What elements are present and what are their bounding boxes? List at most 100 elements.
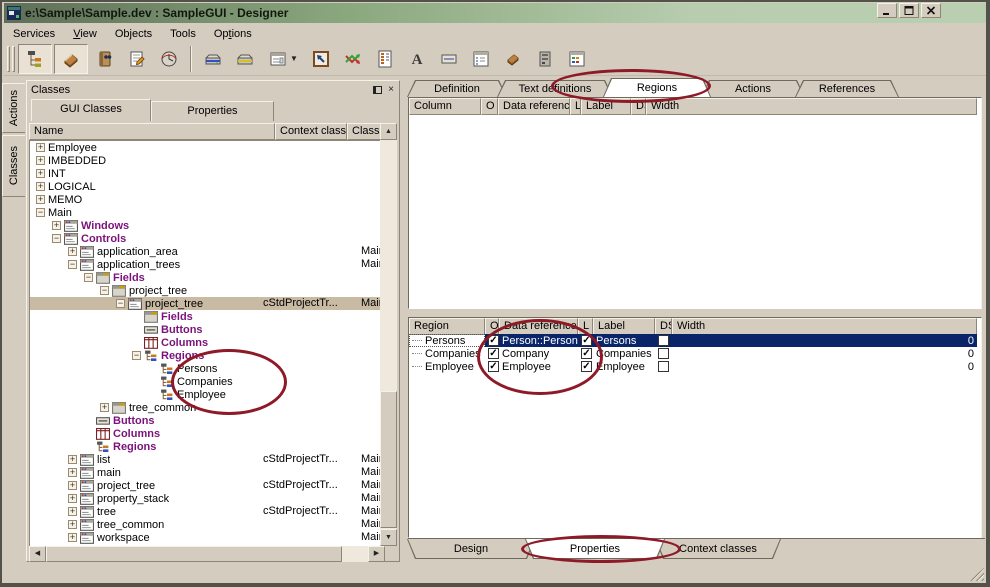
tree-row-employee[interactable]: Employee — [30, 388, 382, 401]
collapse-icon[interactable] — [36, 208, 45, 217]
toolbar-button-eraser-icon[interactable] — [54, 44, 88, 74]
collapse-icon[interactable] — [84, 273, 93, 282]
table-row-persons[interactable]: PersonsPerson::PersonsPersons0 — [409, 334, 981, 347]
ds-checkbox[interactable] — [658, 335, 669, 346]
toolbar-button-list-view-icon[interactable] — [370, 45, 400, 73]
tree-row-regions[interactable]: Regions — [30, 349, 382, 362]
tab-properties[interactable]: Properties — [525, 539, 665, 559]
toolbar-button-edit-document-icon[interactable] — [122, 45, 152, 73]
tab-text-definitions[interactable]: Text definitions — [497, 80, 613, 97]
expand-icon[interactable] — [68, 520, 77, 529]
toolbar-button-switch-arrows-icon[interactable] — [338, 45, 368, 73]
tab-design[interactable]: Design — [407, 539, 535, 559]
toolbar-button-server-icon[interactable] — [530, 45, 560, 73]
expand-icon[interactable] — [68, 455, 77, 464]
toolbar-button-eraser2-icon[interactable] — [498, 45, 528, 73]
expand-icon[interactable] — [68, 507, 77, 516]
tree-row-tree-common[interactable]: tree_commonMain — [30, 518, 382, 531]
resize-grip[interactable] — [969, 568, 984, 581]
column-header-ds[interactable]: DS — [631, 98, 646, 115]
menu-item-objects[interactable]: Objects — [106, 27, 161, 41]
expand-icon[interactable] — [68, 468, 77, 477]
o-checkbox[interactable] — [488, 348, 499, 359]
close-button[interactable] — [921, 3, 941, 18]
expand-icon[interactable] — [68, 533, 77, 542]
width-cell[interactable]: 0 — [672, 334, 977, 347]
column-header-ds[interactable]: DS — [655, 318, 672, 335]
expand-icon[interactable] — [68, 494, 77, 503]
region-cell[interactable]: Employee — [409, 360, 485, 373]
menu-item-services[interactable]: Services — [4, 27, 64, 41]
column-header-l[interactable]: L — [578, 318, 593, 335]
expand-icon[interactable] — [68, 481, 77, 490]
ds-checkbox[interactable] — [658, 348, 669, 359]
expand-icon[interactable] — [100, 403, 109, 412]
toolbar-grip[interactable] — [12, 46, 15, 72]
menu-item-view[interactable]: View — [64, 27, 106, 41]
tree-row-application-trees[interactable]: application_treesMain — [30, 258, 382, 271]
toolbar-button-time-zone-icon[interactable] — [154, 45, 184, 73]
side-tab-actions[interactable]: Actions — [2, 83, 25, 133]
tree-horizontal-scrollbar[interactable]: ◀ ▶ — [29, 546, 385, 562]
toolbar-button-form-grid-icon[interactable] — [466, 45, 496, 73]
tab-gui-classes[interactable]: GUI Classes — [31, 99, 151, 121]
tab-context-classes[interactable]: Context classes — [655, 539, 781, 559]
tree-row-fields[interactable]: Fields — [30, 271, 382, 284]
tab-actions[interactable]: Actions — [701, 80, 805, 97]
o-cell[interactable] — [485, 360, 499, 373]
column-header-label[interactable]: Label — [593, 318, 655, 335]
o-checkbox[interactable] — [488, 335, 499, 346]
scroll-down-icon[interactable]: ▼ — [380, 529, 397, 546]
l-checkbox[interactable] — [581, 361, 592, 372]
toolbar-button-form-view-icon[interactable]: ▼ — [262, 45, 304, 73]
ds-cell[interactable] — [655, 360, 672, 373]
label-cell[interactable]: Companies — [593, 347, 655, 360]
toolbar-button-font-icon[interactable]: A — [402, 45, 432, 73]
collapse-icon[interactable] — [116, 299, 125, 308]
width-cell[interactable]: 0 — [672, 347, 977, 360]
column-header-width[interactable]: Width — [672, 318, 977, 335]
column-header-class[interactable]: Class — [347, 123, 382, 140]
tree-row-project-tree[interactable]: project_tree — [30, 284, 382, 297]
scroll-up-icon[interactable]: ▲ — [380, 123, 397, 140]
table-row-employee[interactable]: EmployeeEmployeeEmployee0 — [409, 360, 981, 373]
expand-icon[interactable] — [68, 247, 77, 256]
expand-icon[interactable] — [36, 143, 45, 152]
column-header-context-class[interactable]: Context class — [275, 123, 347, 140]
column-header-data-reference[interactable]: Data reference — [498, 98, 570, 115]
side-tab-classes[interactable]: Classes — [2, 135, 25, 197]
tab-regions[interactable]: Regions — [603, 78, 711, 97]
maximize-button[interactable] — [899, 3, 919, 18]
collapse-icon[interactable] — [52, 234, 61, 243]
scroll-left-icon[interactable]: ◀ — [29, 546, 46, 562]
data-reference-cell[interactable]: Employee — [499, 360, 578, 373]
tree-row-int[interactable]: INT — [30, 167, 382, 180]
float-panel-icon[interactable] — [371, 85, 383, 96]
close-panel-icon[interactable]: × — [385, 85, 397, 96]
column-header-region[interactable]: Region — [409, 318, 485, 335]
tree-row-application-area[interactable]: application_areaMain — [30, 245, 382, 258]
tree-row-companies[interactable]: Companies — [30, 375, 382, 388]
column-header-label[interactable]: Label — [581, 98, 631, 115]
tree-row-imbedded[interactable]: IMBEDDED — [30, 154, 382, 167]
menu-item-tools[interactable]: Tools — [161, 27, 205, 41]
label-cell[interactable]: Persons — [593, 334, 655, 347]
column-header-o[interactable]: O — [481, 98, 498, 115]
tree-row-project-tree[interactable]: project_treecStdProjectTr...Main — [30, 479, 382, 492]
label-cell[interactable]: Employee — [593, 360, 655, 373]
column-header-column[interactable]: Column — [409, 98, 481, 115]
tree-row-memo[interactable]: MEMO — [30, 193, 382, 206]
tree-row-workspace[interactable]: workspaceMain — [30, 531, 382, 544]
tree-row-columns[interactable]: Columns — [30, 336, 382, 349]
column-header-name[interactable]: Name — [29, 123, 275, 140]
toolbar-button-window-items-icon[interactable] — [562, 45, 592, 73]
expand-icon[interactable] — [36, 169, 45, 178]
table-row-companies[interactable]: CompaniesCompanyCompanies0 — [409, 347, 981, 360]
collapse-icon[interactable] — [100, 286, 109, 295]
ds-cell[interactable] — [655, 334, 672, 347]
o-cell[interactable] — [485, 334, 499, 347]
menu-item-options[interactable]: Options — [205, 27, 261, 41]
tree-vertical-scrollbar[interactable]: ▲ ▼ — [380, 123, 397, 546]
column-header-data-reference[interactable]: Data reference — [499, 318, 578, 335]
toolbar-button-drive-connect-icon[interactable] — [198, 45, 228, 73]
